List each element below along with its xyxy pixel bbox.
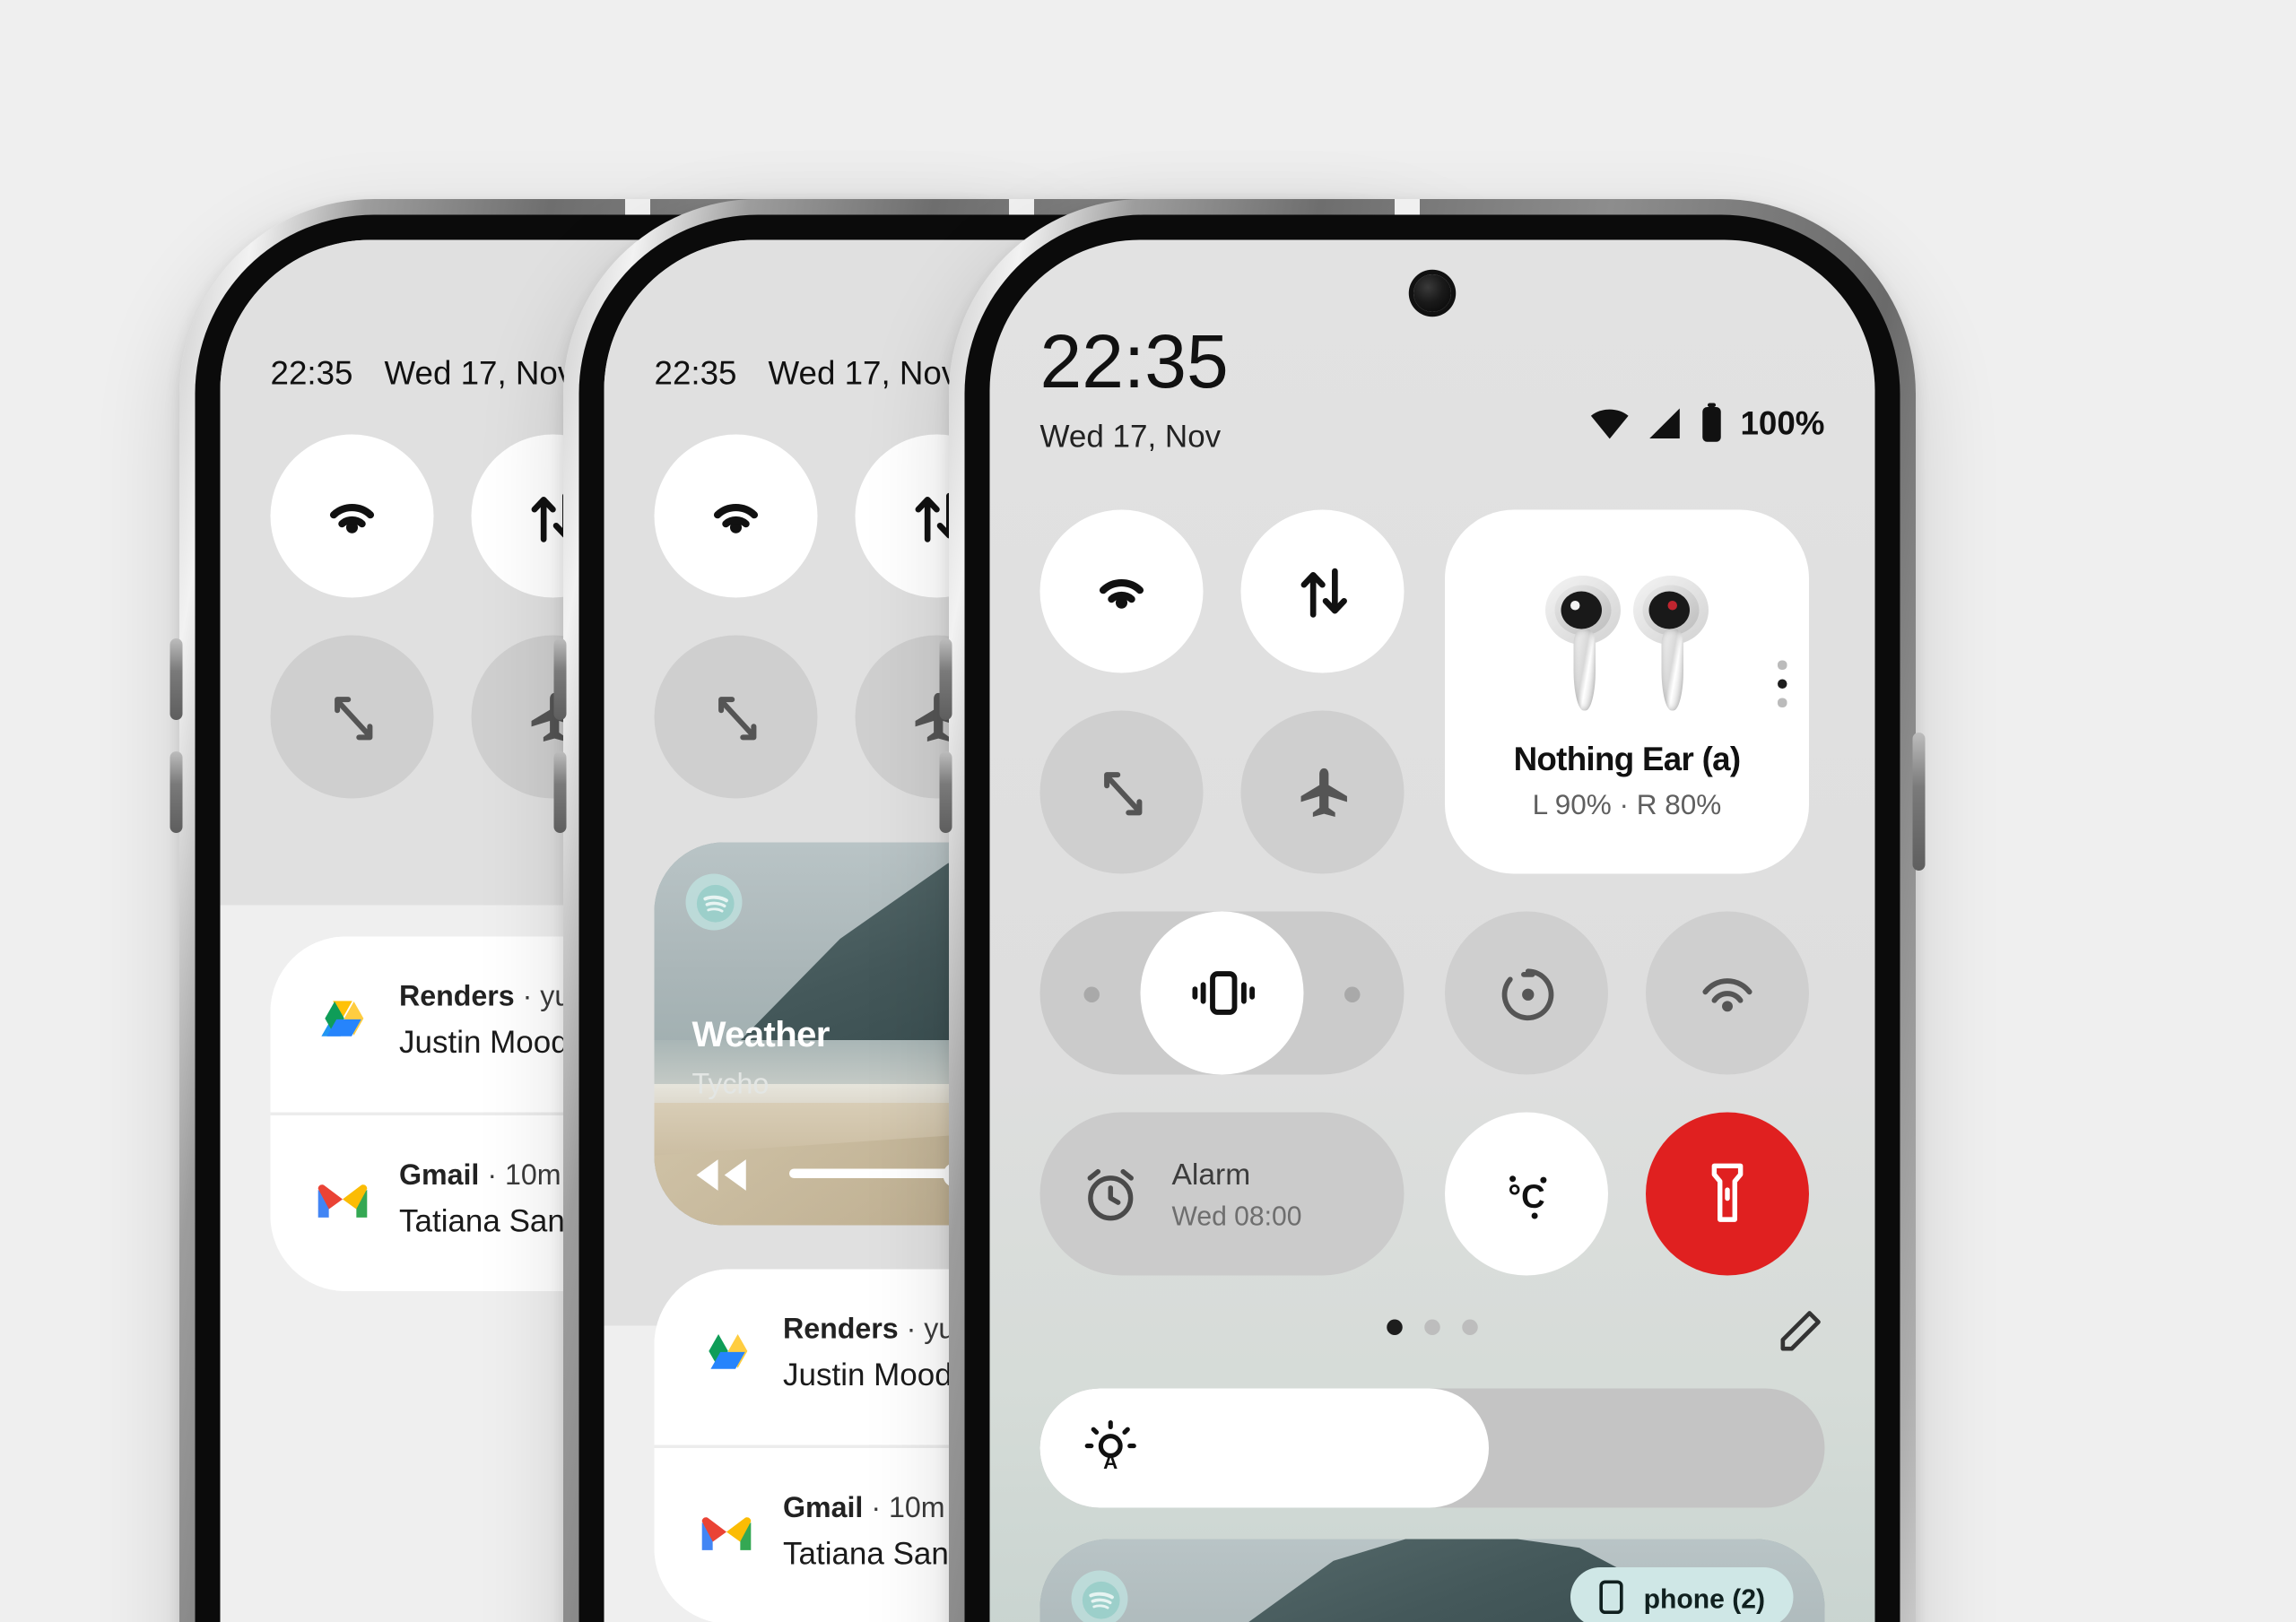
phone-3-screen: 22:35 Wed 17, Nov 100% Nothing Ear (a) L… (989, 239, 1875, 1622)
rewind-icon[interactable] (692, 1155, 752, 1193)
status-time: 22:35 (270, 354, 353, 393)
status-time: 22:35 (1039, 321, 1229, 406)
auto-rotate-icon (706, 687, 766, 747)
flashlight-tile[interactable] (1646, 1112, 1809, 1276)
alarm-value: Wed 08:00 (1171, 1198, 1302, 1230)
wifi-tile[interactable] (1039, 509, 1204, 673)
airplane-mode-tile[interactable] (1240, 710, 1405, 874)
quick-settings-page-dots[interactable] (1387, 1319, 1478, 1335)
auto-rotate-icon (322, 687, 382, 747)
nfc-icon (1696, 965, 1759, 1021)
battery-full-icon (1700, 403, 1725, 445)
status-time: 22:35 (654, 354, 737, 393)
earbuds-battery: L 90% · R 80% (1532, 787, 1722, 820)
cellular-signal-icon (1646, 406, 1683, 441)
notification-app: Gmail (783, 1492, 864, 1523)
phone-3: 22:35 Wed 17, Nov 100% Nothing Ear (a) L… (939, 199, 1926, 1622)
notification-app: Renders (399, 980, 515, 1012)
volume-down-button[interactable] (170, 751, 183, 833)
phone-device-icon (1600, 1580, 1625, 1615)
volume-up-button[interactable] (170, 638, 183, 720)
auto-rotate-tile[interactable] (654, 635, 818, 799)
ringer-mode-control[interactable] (1039, 911, 1405, 1075)
mobile-data-tile[interactable] (1240, 509, 1405, 673)
screen-record-icon (1497, 963, 1557, 1023)
auto-rotate-tile[interactable] (1039, 710, 1204, 874)
google-drive-icon (699, 1326, 755, 1383)
wifi-icon (1589, 406, 1631, 441)
temperature-tile[interactable]: °C (1445, 1112, 1608, 1276)
earbuds-card[interactable]: Nothing Ear (a) L 90% · R 80% (1445, 509, 1809, 874)
brightness-slider[interactable]: A (1039, 1388, 1825, 1508)
wifi-icon (317, 491, 387, 542)
alarm-tile[interactable]: Alarm Wed 08:00 (1039, 1112, 1405, 1276)
battery-percent: 100% (1740, 404, 1825, 443)
spotify-icon (1071, 1570, 1128, 1622)
more-vertical-icon[interactable] (1776, 660, 1787, 707)
alarm-label: Alarm (1171, 1158, 1251, 1193)
volume-down-button[interactable] (553, 751, 567, 833)
pencil-edit-icon[interactable] (1778, 1307, 1825, 1355)
media-output-label: phone (2) (1643, 1581, 1765, 1613)
auto-rotate-tile[interactable] (270, 635, 434, 799)
status-date: Wed 17, Nov (1039, 421, 1222, 457)
status-clock-block: 22:35 Wed 17, Nov (1039, 321, 1229, 457)
earbuds-title: Nothing Ear (a) (1513, 740, 1742, 778)
notification-meta: · 10m (871, 1492, 945, 1523)
front-camera (1413, 274, 1451, 312)
brightness-auto-icon: A (1081, 1418, 1141, 1479)
volume-up-button[interactable] (939, 638, 952, 720)
status-indicators: 100% (1589, 403, 1825, 445)
celsius-icon: °C (1492, 1159, 1561, 1228)
screen-record-tile[interactable] (1445, 911, 1608, 1075)
page-dot-3[interactable] (1462, 1319, 1478, 1335)
wifi-icon (1087, 567, 1156, 617)
google-drive-icon (315, 993, 371, 1050)
spotify-icon (685, 873, 743, 931)
wifi-tile[interactable] (270, 434, 434, 598)
antenna-line (623, 199, 649, 215)
media-track-title: Weather (691, 1018, 831, 1056)
vibrate-icon (1189, 968, 1256, 1019)
notification-app: Renders (783, 1313, 899, 1345)
media-output-chip[interactable]: phone (2) (1571, 1567, 1794, 1622)
volume-down-button[interactable] (939, 751, 952, 833)
antenna-line (1007, 199, 1033, 215)
nfc-tile[interactable] (1646, 911, 1809, 1075)
svg-text:°C: °C (1508, 1178, 1544, 1215)
page-dot-1[interactable] (1387, 1319, 1403, 1335)
notification-meta: · 10m (487, 1159, 561, 1191)
media-player[interactable]: phone (2) Weather Tycho (1039, 1539, 1825, 1622)
wifi-tile[interactable] (654, 434, 818, 598)
ringer-dot-right[interactable] (1344, 986, 1361, 1002)
airplane-icon (1292, 762, 1352, 822)
gmail-icon (699, 1505, 755, 1561)
status-date: Wed 17, Nov (384, 354, 575, 393)
page-dot-2[interactable] (1424, 1319, 1440, 1335)
data-transfer-icon (1292, 561, 1352, 621)
gmail-icon (315, 1172, 371, 1228)
ringer-knob[interactable] (1140, 911, 1304, 1075)
ringer-dot-left[interactable] (1083, 986, 1100, 1002)
antenna-line (1393, 199, 1419, 215)
notification-app: Gmail (399, 1159, 480, 1191)
auto-rotate-icon (1091, 762, 1152, 822)
svg-text:A: A (1103, 1451, 1118, 1473)
wifi-icon (701, 491, 770, 542)
volume-up-button[interactable] (553, 638, 567, 720)
flashlight-icon (1702, 1163, 1752, 1226)
alarm-clock-icon (1081, 1164, 1141, 1224)
earbuds-icon (1539, 571, 1715, 716)
status-date: Wed 17, Nov (768, 354, 959, 393)
power-button[interactable] (1912, 733, 1926, 871)
media-track-artist: Tycho (691, 1068, 770, 1100)
mockup-canvas: 22:35 Wed 17, Nov 100% (0, 0, 2296, 1622)
